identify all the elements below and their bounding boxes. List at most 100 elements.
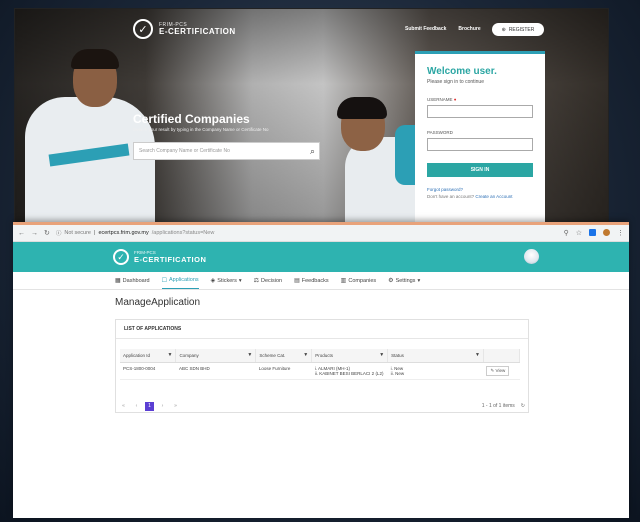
zoom-icon[interactable]: ⚲ bbox=[564, 229, 569, 237]
prev-page-button[interactable]: ‹ bbox=[132, 402, 141, 411]
user-plus-icon: ⊕ bbox=[501, 26, 506, 33]
username-field[interactable] bbox=[427, 105, 533, 118]
page-1-button[interactable]: 1 bbox=[145, 401, 154, 411]
landing-logo-small: FRIM-PCS bbox=[159, 21, 188, 28]
login-card: Welcome user. Please sign in to continue… bbox=[415, 51, 545, 223]
url-host: ecertpcs.frim.gov.my bbox=[98, 230, 149, 236]
filter-icon[interactable]: ▼ bbox=[167, 352, 172, 358]
menu-dashboard-label: Dashboard bbox=[122, 277, 150, 284]
refresh-icon[interactable]: ↻ bbox=[521, 403, 525, 409]
view-button[interactable]: ✎ View bbox=[486, 366, 510, 376]
cell-status: i. New ii. New bbox=[387, 362, 484, 380]
app-header: ✓ FRIM-PCS E-CERTIFICATION bbox=[13, 242, 629, 272]
menu-applications-label: Applications bbox=[168, 277, 199, 283]
items-count: 1 - 1 of 1 items bbox=[481, 403, 515, 409]
col-actions bbox=[483, 349, 521, 363]
col-status[interactable]: Status ▼ bbox=[387, 349, 484, 363]
menu-dashboard[interactable]: ▦ Dashboard bbox=[115, 272, 150, 289]
app-logo-small: FRIM-PCS bbox=[134, 250, 156, 255]
filter-icon[interactable]: ▼ bbox=[475, 352, 480, 358]
user-avatar[interactable] bbox=[524, 249, 539, 264]
view-icon: ✎ bbox=[490, 368, 495, 373]
password-field[interactable] bbox=[427, 138, 533, 151]
landing-logo-big: E-CERTIFICATION bbox=[159, 26, 236, 36]
applications-table: Application Id ▼ Company ▼ Scheme Cat. ▼ Pr… bbox=[120, 349, 521, 380]
app-logo[interactable]: FRIM-PCS E-CERTIFICATION bbox=[134, 250, 206, 264]
reload-icon[interactable]: ↻ bbox=[44, 229, 50, 237]
hero-person-hair bbox=[71, 49, 119, 69]
forward-icon[interactable]: → bbox=[31, 230, 38, 237]
filter-icon[interactable]: ▼ bbox=[379, 352, 384, 358]
cell-products: i. ALMARI (MH-1) ii. KABINET BESI BERLAC… bbox=[311, 362, 388, 380]
menu-companies[interactable]: ▥ Companies bbox=[341, 272, 377, 289]
address-bar[interactable]: ⓘ Not secure | ecertpcs.frim.gov.my/appl… bbox=[56, 229, 558, 237]
product-item: ii. KABINET BESI BERLACI 2 (L2) bbox=[314, 371, 384, 376]
view-label: View bbox=[495, 368, 506, 373]
next-page-button[interactable]: › bbox=[158, 402, 167, 411]
panel-title: LIST OF APPLICATIONS bbox=[116, 320, 528, 339]
col-company[interactable]: Company ▼ bbox=[175, 349, 257, 363]
landing-logo-text: FRIM-PCS E-CERTIFICATION bbox=[159, 21, 236, 36]
col-application-id-label: Application Id bbox=[123, 353, 151, 358]
forgot-password-link[interactable]: Forgot password? bbox=[427, 187, 533, 192]
col-products[interactable]: Products ▼ bbox=[311, 349, 389, 363]
more-menu-icon[interactable]: ⋮ bbox=[617, 229, 624, 237]
app-logo-big: E-CERTIFICATION bbox=[134, 255, 207, 264]
username-label-text: USERNAME bbox=[427, 97, 453, 102]
table-row[interactable]: PCS-1800-0004 ABC SDN BHD Loose Furnitur… bbox=[120, 362, 520, 380]
menu-decision-label: Decision bbox=[261, 277, 283, 284]
register-button[interactable]: ⊕ REGISTER bbox=[492, 23, 544, 36]
menu-feedbacks[interactable]: ▤ Feedbacks bbox=[294, 272, 329, 289]
menu-settings[interactable]: ⚙ Settings ▾ bbox=[388, 272, 420, 289]
col-application-id[interactable]: Application Id ▼ bbox=[120, 349, 177, 363]
pagination: « ‹ 1 › » 1 - 1 of 1 items ↻ bbox=[115, 398, 529, 414]
last-page-button[interactable]: » bbox=[171, 402, 180, 411]
menu-applications[interactable]: ☐ Applications bbox=[161, 272, 199, 289]
cell-company: ABC SDN BHD bbox=[175, 362, 256, 380]
first-page-button[interactable]: « bbox=[119, 402, 128, 411]
hero-title: Certified Companies bbox=[133, 112, 250, 126]
menu-companies-label: Companies bbox=[348, 277, 377, 284]
menu-stickers[interactable]: ◈ Stickers ▾ bbox=[211, 272, 242, 289]
welcome-heading: Welcome user. bbox=[427, 66, 497, 77]
col-scheme-label: Scheme Cat. bbox=[259, 353, 286, 358]
brochure-link[interactable]: Brochure bbox=[458, 26, 480, 32]
applications-icon: ☐ bbox=[161, 277, 167, 284]
menu-feedbacks-label: Feedbacks bbox=[301, 277, 329, 284]
search-placeholder: Search Company Name or Certificate No bbox=[139, 148, 230, 154]
extension-icon[interactable] bbox=[589, 229, 596, 236]
url-divider: | bbox=[94, 230, 96, 236]
table-header-row: Application Id ▼ Company ▼ Scheme Cat. ▼ Pr… bbox=[120, 349, 521, 363]
col-scheme[interactable]: Scheme Cat. ▼ bbox=[255, 349, 313, 363]
hero-person2-hair bbox=[337, 97, 387, 119]
feedbacks-icon: ▤ bbox=[294, 278, 300, 284]
create-account-link[interactable]: Create an Account bbox=[475, 194, 512, 199]
no-account-text: Don't have an account? Create an Account bbox=[427, 194, 533, 199]
landing-page: ✓ FRIM-PCS E-CERTIFICATION Submit Feedba… bbox=[14, 8, 609, 224]
settings-icon: ⚙ bbox=[388, 278, 394, 284]
menu-decision[interactable]: ⚖ Decision bbox=[254, 272, 282, 289]
company-search-input[interactable]: Search Company Name or Certificate No ⌕ bbox=[133, 142, 320, 160]
filter-icon[interactable]: ▼ bbox=[303, 352, 308, 358]
page-title: ManageApplication bbox=[115, 297, 201, 308]
main-menu: ▦ Dashboard ☐ Applications ◈ Stickers ▾ … bbox=[13, 272, 629, 290]
pager-info: 1 - 1 of 1 items ↻ bbox=[482, 403, 525, 409]
profile-icon[interactable] bbox=[603, 229, 610, 236]
check-logo-icon: ✓ bbox=[113, 249, 129, 265]
cell-application-id: PCS-1800-0004 bbox=[120, 362, 176, 380]
sign-in-button[interactable]: SIGN IN bbox=[427, 163, 533, 177]
decision-icon: ⚖ bbox=[253, 278, 259, 284]
password-label: PASSWORD bbox=[427, 130, 453, 135]
back-icon[interactable]: ← bbox=[18, 230, 25, 237]
chevron-down-icon: ▾ bbox=[417, 277, 421, 284]
submit-feedback-link[interactable]: Submit Feedback bbox=[405, 26, 446, 32]
not-secure-label: Not secure bbox=[64, 230, 91, 236]
info-icon[interactable]: ⓘ bbox=[56, 229, 62, 237]
filter-icon[interactable]: ▼ bbox=[247, 352, 252, 358]
search-icon[interactable]: ⌕ bbox=[310, 146, 315, 157]
bookmark-star-icon[interactable]: ☆ bbox=[576, 229, 582, 237]
landing-logo[interactable]: ✓ FRIM-PCS E-CERTIFICATION bbox=[133, 19, 236, 39]
companies-icon: ▥ bbox=[340, 278, 347, 284]
username-label: USERNAME ● bbox=[427, 97, 533, 102]
menu-settings-label: Settings bbox=[395, 277, 416, 284]
